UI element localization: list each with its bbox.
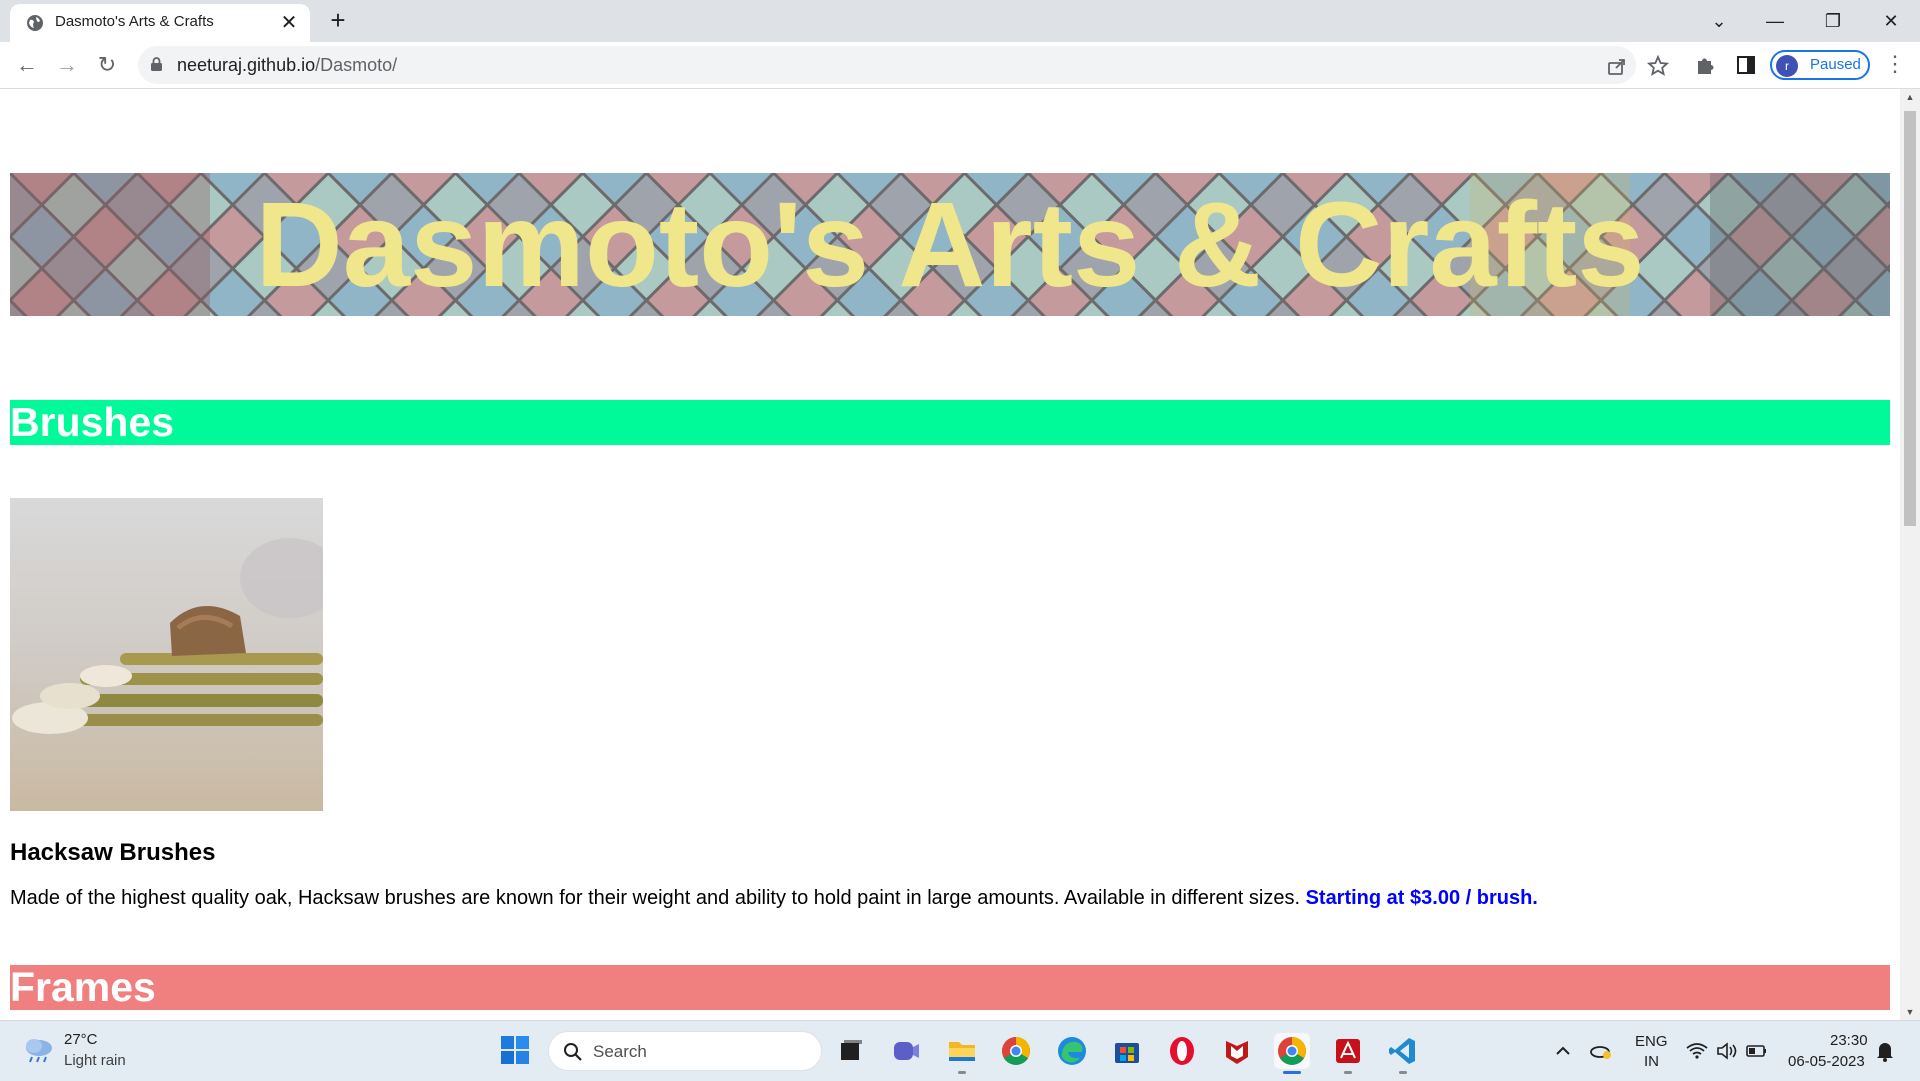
store-icon[interactable] [1109, 1033, 1145, 1069]
browser-toolbar: ← → ↻ neeturaj.github.io/Dasmoto/ r Paus… [0, 42, 1920, 89]
brushes-heading: Brushes [10, 400, 1890, 445]
frames-heading: Frames [10, 965, 1890, 1010]
edge-icon[interactable] [1054, 1033, 1090, 1069]
rain-cloud-icon[interactable] [22, 1035, 56, 1065]
product-price: Starting at $3.00 / brush. [1305, 887, 1538, 909]
share-icon[interactable] [1606, 55, 1628, 77]
scroll-up-arrow-icon[interactable]: ▲ [1900, 89, 1920, 105]
browser-menu-icon[interactable]: ⋮ [1884, 52, 1906, 76]
tab-strip: Dasmoto's Arts & Crafts ✕ + ⌄ — ❐ ✕ [0, 0, 1920, 42]
file-explorer-icon[interactable] [944, 1033, 980, 1069]
browser-tab[interactable]: Dasmoto's Arts & Crafts ✕ [10, 4, 310, 42]
back-button[interactable]: ← [12, 50, 42, 80]
hero-banner: Dasmoto's Arts & Crafts [10, 173, 1890, 316]
weather-temperature[interactable]: 27°C [64, 1031, 98, 1048]
opera-icon[interactable] [1164, 1033, 1200, 1069]
start-icon[interactable] [500, 1035, 530, 1065]
volume-icon[interactable] [1714, 1033, 1740, 1069]
taskbar: 27°C Light rain Search ENG IN 23:30 06-0… [0, 1020, 1920, 1081]
tab-search-dropdown-icon[interactable]: ⌄ [1696, 4, 1742, 38]
extensions-puzzle-icon[interactable] [1694, 54, 1716, 76]
page-viewport: Dasmoto's Arts & Crafts Brushes Hacksaw … [0, 89, 1900, 1020]
taskbar-search-box[interactable]: Search [548, 1031, 822, 1071]
close-window-button[interactable]: ✕ [1868, 4, 1914, 38]
tab-title: Dasmoto's Arts & Crafts [55, 13, 214, 30]
chrome-icon[interactable] [998, 1033, 1034, 1069]
minimize-button[interactable]: — [1752, 4, 1798, 38]
clock-date[interactable]: 06-05-2023 [1788, 1053, 1865, 1070]
scroll-thumb[interactable] [1904, 111, 1916, 526]
maximize-button[interactable]: ❐ [1810, 4, 1856, 38]
side-panel-icon[interactable] [1735, 54, 1757, 76]
scroll-down-arrow-icon[interactable]: ▼ [1900, 1004, 1920, 1020]
onedrive-icon[interactable] [1588, 1033, 1614, 1069]
brushes-image [10, 498, 323, 811]
search-icon [564, 1043, 582, 1061]
profile-status: Paused [1810, 56, 1861, 73]
hero-title: Dasmoto's Arts & Crafts [255, 176, 1645, 312]
forward-button[interactable]: → [52, 50, 82, 80]
acrobat-icon[interactable] [1330, 1033, 1366, 1069]
language-region[interactable]: IN [1644, 1053, 1659, 1070]
product-description-text: Made of the highest quality oak, Hacksaw… [10, 887, 1306, 909]
bookmark-star-icon[interactable] [1647, 55, 1669, 77]
mcafee-icon[interactable] [1219, 1033, 1255, 1069]
running-indicator [1399, 1071, 1407, 1074]
new-tab-button[interactable]: + [324, 7, 352, 35]
task-view-icon[interactable] [832, 1033, 868, 1069]
avatar: r [1776, 55, 1798, 77]
profile-button[interactable]: r Paused [1770, 50, 1870, 80]
product-description: Made of the highest quality oak, Hacksaw… [10, 887, 1538, 910]
language-indicator[interactable]: ENG [1635, 1033, 1668, 1050]
wifi-icon[interactable] [1684, 1033, 1710, 1069]
globe-icon [27, 15, 43, 31]
reload-button[interactable]: ↻ [92, 50, 122, 80]
clock-time[interactable]: 23:30 [1830, 1032, 1868, 1049]
url-path: /Dasmoto/ [315, 55, 398, 75]
battery-icon[interactable] [1744, 1033, 1770, 1069]
running-indicator [1344, 1071, 1352, 1074]
notification-bell-icon[interactable] [1874, 1033, 1896, 1069]
chevron-up-icon[interactable] [1552, 1033, 1574, 1069]
teams-icon[interactable] [888, 1033, 924, 1069]
active-indicator [1283, 1071, 1301, 1074]
lock-icon[interactable] [151, 57, 162, 71]
url-host: neeturaj.github.io [177, 55, 316, 75]
close-tab-icon[interactable]: ✕ [278, 12, 300, 34]
vscode-icon[interactable] [1385, 1033, 1421, 1069]
url-text: neeturaj.github.io/Dasmoto/ [177, 55, 397, 76]
page-scrollbar[interactable]: ▲ ▼ [1900, 89, 1920, 1020]
running-indicator [958, 1071, 966, 1074]
product-name: Hacksaw Brushes [10, 839, 216, 866]
address-bar[interactable]: neeturaj.github.io/Dasmoto/ [138, 46, 1669, 84]
search-placeholder: Search [593, 1042, 647, 1061]
weather-description[interactable]: Light rain [64, 1052, 126, 1069]
chrome-icon[interactable] [1274, 1033, 1310, 1069]
